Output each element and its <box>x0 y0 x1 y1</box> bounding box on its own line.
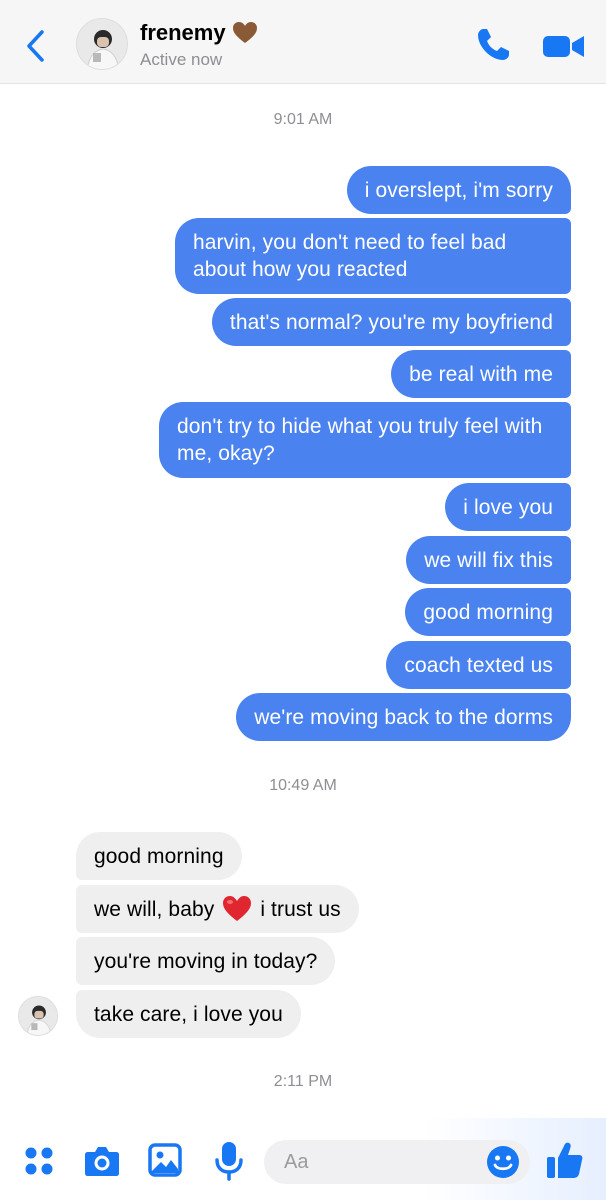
contact-name[interactable]: frenemy <box>140 20 258 46</box>
incoming-message[interactable]: you're moving in today? <box>76 937 336 985</box>
timestamp: 9:01 AM <box>273 111 333 128</box>
outgoing-message[interactable]: we're moving back to the dorms <box>236 693 571 741</box>
emoji-icon <box>487 1146 519 1178</box>
microphone-icon <box>215 1142 243 1181</box>
outgoing-message[interactable]: i overslept, i'm sorry <box>346 166 571 214</box>
outgoing-message[interactable]: we will fix this <box>406 536 571 584</box>
outgoing-message[interactable]: that's normal? you're my boyfriend <box>211 298 571 346</box>
like-button[interactable] <box>546 1140 584 1180</box>
chat-screen: frenemy Active now 9:01 AM i overslept, … <box>0 0 606 1200</box>
outgoing-message[interactable]: don't try to hide what you truly feel wi… <box>159 402 571 478</box>
outgoing-message[interactable]: coach texted us <box>386 641 571 689</box>
contact-avatar[interactable] <box>76 18 128 70</box>
voice-message-button[interactable] <box>214 1140 244 1182</box>
photo-icon <box>148 1143 182 1177</box>
emoji-button[interactable] <box>486 1145 520 1179</box>
timestamp: 10:49 AM <box>269 777 337 794</box>
message-text: take care, i love you <box>94 1002 283 1026</box>
avatar-photo <box>19 997 57 1035</box>
chat-header: frenemy Active now <box>0 0 606 84</box>
outgoing-message[interactable]: harvin, you don't need to feel bad about… <box>175 218 571 294</box>
thumbs-up-icon <box>547 1142 583 1178</box>
red-heart-icon <box>222 895 252 923</box>
phone-icon <box>478 29 509 60</box>
message-text: you're moving in today? <box>94 949 318 973</box>
incoming-message[interactable]: we will, baby i trust us <box>76 885 359 933</box>
brown-heart-icon <box>232 21 258 45</box>
contact-name-text: frenemy <box>140 20 226 45</box>
outgoing-message[interactable]: be real with me <box>391 350 571 398</box>
back-button[interactable] <box>22 26 52 66</box>
video-camera-icon <box>543 36 584 57</box>
avatar-photo <box>77 19 127 69</box>
gallery-button[interactable] <box>148 1143 182 1177</box>
apps-grid-icon <box>25 1147 53 1175</box>
chevron-left-icon <box>27 30 44 62</box>
apps-button[interactable] <box>24 1146 54 1176</box>
message-input[interactable] <box>284 1140 464 1184</box>
camera-icon <box>85 1147 119 1176</box>
message-text: i trust us <box>260 897 341 921</box>
incoming-message[interactable]: take care, i love you <box>76 990 301 1038</box>
video-call-button[interactable] <box>542 30 586 62</box>
timestamp: 2:11 PM <box>273 1073 333 1090</box>
message-composer[interactable] <box>264 1140 530 1184</box>
outgoing-message[interactable]: i love you <box>445 483 571 531</box>
camera-button[interactable] <box>84 1144 120 1178</box>
active-status: Active now <box>140 50 223 69</box>
incoming-message[interactable]: good morning <box>76 832 242 880</box>
message-text: we will, baby <box>94 897 215 921</box>
message-text: good morning <box>94 844 224 868</box>
voice-call-button[interactable] <box>474 26 512 64</box>
outgoing-message[interactable]: good morning <box>405 588 571 636</box>
contact-avatar-small[interactable] <box>18 996 58 1036</box>
